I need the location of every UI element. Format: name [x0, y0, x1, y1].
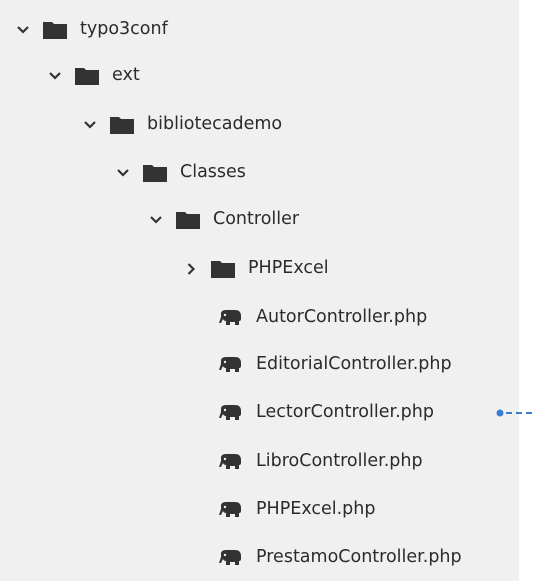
php-elephant-icon: [218, 453, 244, 471]
tree-row-label: PHPExcel: [248, 258, 329, 279]
chevron-down-icon[interactable]: [16, 22, 30, 38]
chevron-down-icon[interactable]: [48, 68, 62, 84]
tree-row-label: LectorController.php: [256, 402, 434, 423]
tree-row-label: PHPExcel.php: [256, 499, 376, 520]
tree-row-label: EditorialController.php: [256, 354, 452, 375]
folder-icon: [175, 210, 201, 230]
tree-row-lectorcontroller[interactable]: LectorController.php: [218, 393, 434, 433]
tree-row-phpexcel-folder[interactable]: PHPExcel: [184, 249, 329, 289]
folder-icon: [42, 20, 68, 40]
folder-icon: [210, 259, 236, 279]
tree-row-label: bibliotecademo: [147, 114, 283, 135]
tree-row-autorcontroller[interactable]: AutorController.php: [218, 298, 427, 338]
tree-row-editorialcontroller[interactable]: EditorialController.php: [218, 345, 452, 385]
php-elephant-icon: [218, 356, 244, 374]
folder-icon: [109, 115, 135, 135]
folder-icon: [142, 163, 168, 183]
php-elephant-icon: [218, 404, 244, 422]
file-tree-panel: typo3conf ext bibliotecademo Classes Con…: [0, 0, 519, 581]
tree-row-label: AutorController.php: [256, 307, 428, 328]
folder-icon: [74, 66, 100, 86]
tree-row-librocontroller[interactable]: LibroController.php: [218, 442, 423, 482]
tree-row-label: typo3conf: [80, 19, 168, 40]
chevron-down-icon[interactable]: [83, 117, 97, 133]
chevron-right-icon[interactable]: [184, 261, 198, 277]
php-elephant-icon: [218, 309, 244, 327]
tree-row-ext[interactable]: ext: [48, 56, 140, 96]
tree-row-label: Classes: [180, 162, 246, 183]
chevron-down-icon[interactable]: [116, 165, 130, 181]
tree-row-typo3conf[interactable]: typo3conf: [16, 10, 168, 50]
php-elephant-icon: [218, 501, 244, 519]
tree-row-label: LibroController.php: [256, 451, 423, 472]
chevron-down-icon[interactable]: [149, 212, 163, 228]
tree-row-controller[interactable]: Controller: [149, 200, 299, 240]
tree-row-label: Controller: [213, 209, 300, 230]
tree-row-label: ext: [112, 65, 140, 86]
php-elephant-icon: [218, 549, 244, 567]
tree-row-prestamocontroller[interactable]: PrestamoController.php: [218, 538, 462, 578]
tree-row-bibliotecademo[interactable]: bibliotecademo: [83, 105, 282, 145]
tree-row-phpexcel-php[interactable]: PHPExcel.php: [218, 490, 376, 530]
tree-row-classes[interactable]: Classes: [116, 153, 246, 193]
tree-row-label: PrestamoController.php: [256, 547, 462, 568]
